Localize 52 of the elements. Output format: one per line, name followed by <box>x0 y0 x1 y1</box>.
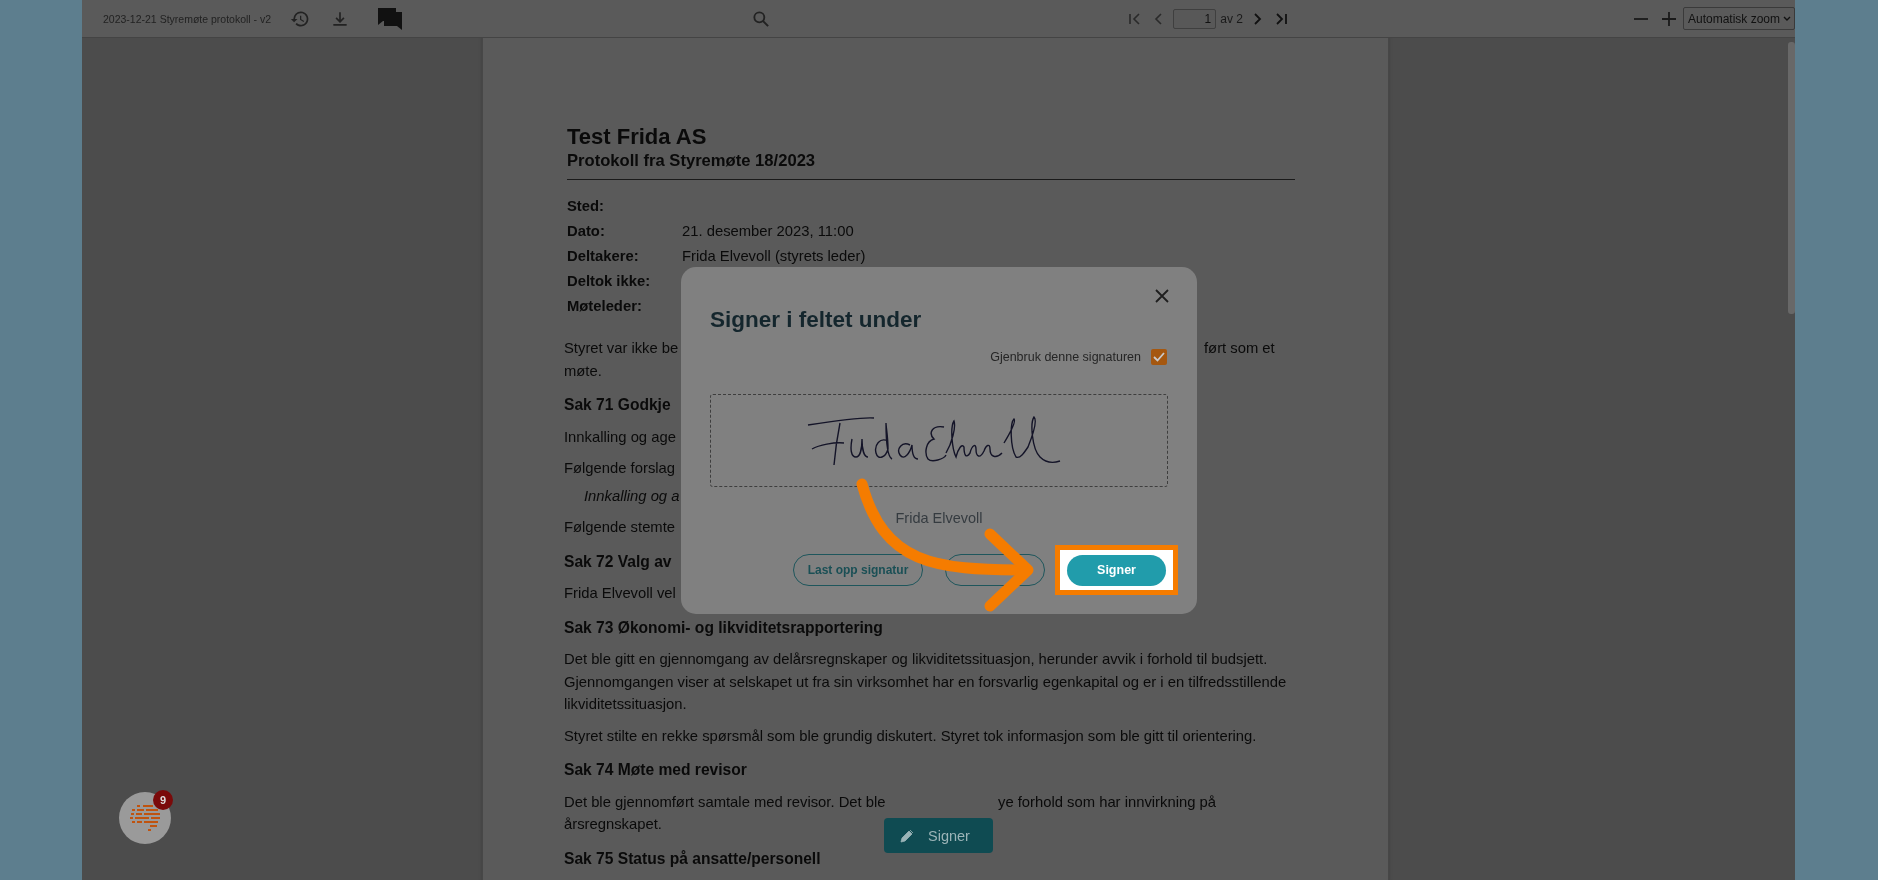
zoom-select[interactable]: Automatisk zoom <box>1682 7 1795 30</box>
meta-label: Deltakere: <box>567 247 640 266</box>
caret-icon <box>1783 15 1791 22</box>
body-text: Innkalling og a <box>584 486 680 506</box>
scrollbar-thumb[interactable] <box>1788 42 1795 314</box>
section-heading: Sak 75 Status på ansatte/personell <box>564 848 821 869</box>
last-page-icon[interactable] <box>1273 10 1290 27</box>
meta-label: Dato: <box>567 222 606 241</box>
document-subtitle: Protokoll fra Styremøte 18/2023 <box>567 150 1295 180</box>
page-number-field[interactable]: 1 <box>1172 8 1217 29</box>
meta-label: Sted: <box>567 197 605 216</box>
checkbox-label: Gjenbruk denne signaturen <box>990 350 1141 364</box>
document-title: 2023-12-21 Styremøte protokoll - v2 <box>103 12 273 25</box>
body-text: Følgende stemte <box>564 518 676 537</box>
section-heading: Sak 73 Økonomi- og likviditetsrapportering <box>564 617 883 638</box>
section-heading: Sak 72 Valg av <box>564 551 672 572</box>
body-text: Innkalling og age <box>564 427 676 447</box>
sign-fab[interactable]: Signer <box>884 818 993 853</box>
body-text: møte. <box>564 361 602 381</box>
company-name: Test Frida AS <box>567 124 708 150</box>
first-page-icon[interactable] <box>1126 10 1143 27</box>
signature-pad[interactable] <box>710 394 1168 487</box>
body-text: ye forhold som har innvirkning på <box>998 792 1216 812</box>
pencil-icon <box>900 828 914 843</box>
body-text: ført som et <box>1204 339 1275 358</box>
meta-value: Frida Elvevoll (styrets leder) <box>682 247 867 266</box>
body-text: Det ble gjennomført samtale med revisor. Det ble <box>564 792 886 812</box>
next-page-icon[interactable] <box>1251 10 1264 27</box>
body-text: Det ble gitt en gjennomgang av delårsregnskaper og likviditetssituasjon, herunder avvik i forhold til budsjett. <box>564 650 1268 669</box>
chat-launcher-button[interactable] <box>119 792 171 844</box>
body-text: Styret var ikke be <box>564 339 679 358</box>
sign-button[interactable]: Signer <box>1067 554 1166 586</box>
meta-label: Møteleder: <box>567 297 643 316</box>
zoom-in-icon[interactable] <box>1660 10 1677 27</box>
comments-icon[interactable] <box>376 6 403 31</box>
section-heading: Sak 74 Møte med revisor <box>564 760 747 780</box>
body-text: likviditetssituasjon. <box>564 695 687 714</box>
search-icon[interactable] <box>750 8 771 29</box>
dialog-title: Signer i feltet under <box>710 306 922 334</box>
meta-value: 21. desember 2023, 11:00 <box>682 222 855 241</box>
body-text: Følgende forslag <box>564 459 676 478</box>
body-text: Frida Elvevoll vel <box>564 584 676 603</box>
reuse-checkbox[interactable] <box>1151 349 1167 365</box>
meta-label: Deltok ikke: <box>567 272 652 291</box>
signer-name: Frida Elvevoll <box>894 509 984 527</box>
close-icon[interactable] <box>1155 289 1169 303</box>
notification-badge: 9 <box>153 790 173 810</box>
body-text: Styret stilte en rekke spørsmål som ble grundig diskutert. Styret tok informasjon som ble gitt til orientering. <box>564 726 1257 746</box>
body-text: årsregnskapet. <box>564 815 662 834</box>
body-text: Gjennomgangen viser at selskapet ut fra sin virksomhet har en forsvarlig egenkapital og er i en tilfredsstillende <box>564 672 1287 692</box>
page-count: av 2 <box>1220 11 1243 26</box>
section-heading: Sak 71 Godkje <box>564 395 671 415</box>
